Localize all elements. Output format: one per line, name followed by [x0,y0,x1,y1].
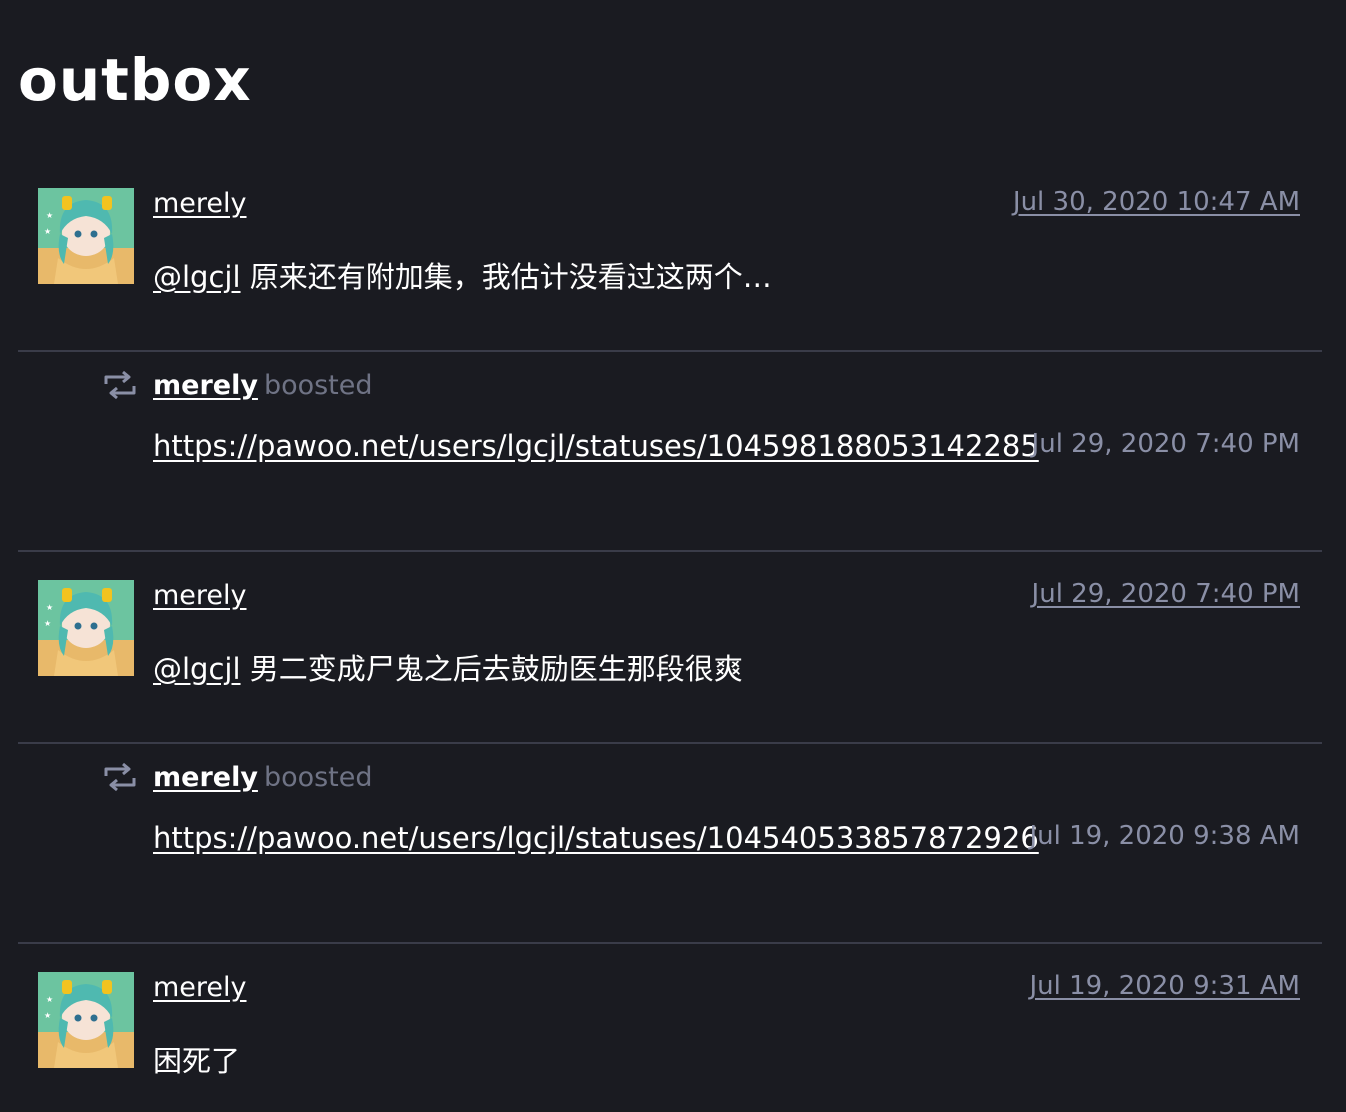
boost-item: merely boosted https://pawoo.net/users/lg… [18,352,1322,552]
boost-timestamp: Jul 19, 2020 9:38 AM [1029,821,1300,851]
status-content: @lgcjl 男二变成尸鬼之后去鼓励医生那段很爽 [153,648,743,690]
status-item: ★ ★ merely Jul 30, 2020 10:47 AM @lgcjl … [18,160,1322,352]
svg-text:★: ★ [46,995,53,1004]
svg-text:★: ★ [46,211,53,220]
status-item: ★ ★ merely Jul 29, 2020 7:40 PM @lgcjl 男… [18,552,1322,744]
status-timestamp-link[interactable]: Jul 29, 2020 7:40 PM [1032,576,1300,612]
status-content: 困死了 [153,1040,240,1082]
page-title: outbox [18,46,252,114]
repeat-icon [102,762,138,792]
boost-timestamp: Jul 29, 2020 7:40 PM [1031,429,1300,459]
status-timestamp-link[interactable]: Jul 19, 2020 9:31 AM [1029,968,1300,1004]
status-text: 男二变成尸鬼之后去鼓励医生那段很爽 [249,652,743,686]
svg-text:★: ★ [44,619,51,628]
status-text: 原来还有附加集，我估计没看过这两个… [249,260,772,294]
booster-username-link[interactable]: merely [153,370,258,401]
avatar[interactable]: ★ ★ [38,188,134,284]
status-timestamp-link[interactable]: Jul 30, 2020 10:47 AM [1013,184,1300,220]
mention-link[interactable]: @lgcjl [153,652,241,686]
booster-username-link[interactable]: merely [153,762,258,793]
status-item: ★ ★ merely Jul 19, 2020 9:31 AM 困死了 [18,944,1322,1112]
svg-text:★: ★ [44,1011,51,1020]
boost-item: merely boosted https://pawoo.net/users/lg… [18,744,1322,944]
status-content: @lgcjl 原来还有附加集，我估计没看过这两个… [153,256,772,298]
boosted-label: boosted [263,370,373,401]
svg-text:★: ★ [46,603,53,612]
avatar[interactable]: ★ ★ [38,972,134,1068]
outbox-feed: ★ ★ merely Jul 30, 2020 10:47 AM @lgcjl … [18,160,1322,1112]
repeat-icon [102,370,138,400]
boosted-label: boosted [263,762,373,793]
username-link[interactable]: merely [153,970,247,1006]
mention-link[interactable]: @lgcjl [153,260,241,294]
boost-header: merely boosted [153,368,373,404]
username-link[interactable]: merely [153,578,247,614]
boosted-status-link[interactable]: https://pawoo.net/users/lgcjl/statuses/1… [153,818,1039,858]
status-text: 困死了 [153,1044,241,1078]
boost-header: merely boosted [153,760,373,796]
avatar[interactable]: ★ ★ [38,580,134,676]
boosted-status-link[interactable]: https://pawoo.net/users/lgcjl/statuses/1… [153,426,1039,466]
svg-text:★: ★ [44,227,51,236]
username-link[interactable]: merely [153,186,247,222]
